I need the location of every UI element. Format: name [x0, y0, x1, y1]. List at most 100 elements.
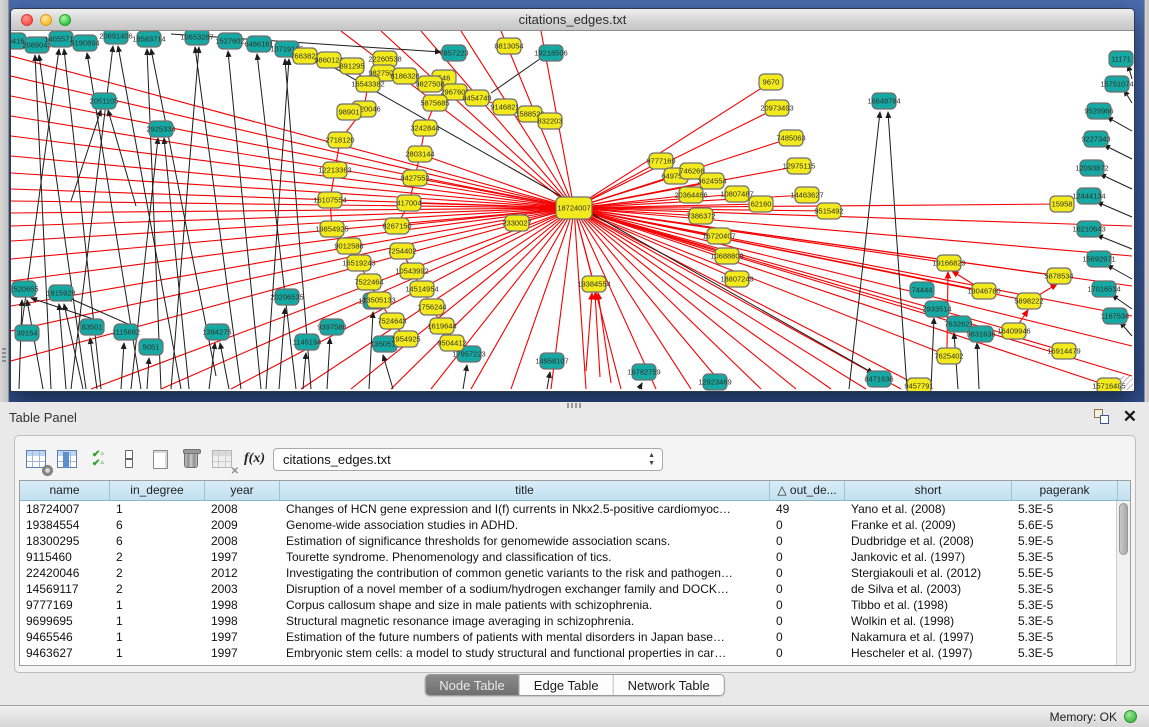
table-cell: Jankovic et al. (1997) [845, 549, 1012, 565]
svg-text:12923469: 12923469 [698, 378, 731, 387]
table-cell: Structural magnetic resonance image aver… [280, 613, 770, 629]
table-cell: 1998 [205, 597, 280, 613]
delete-x-icon: ✕ [231, 466, 239, 477]
table-cell: 1997 [205, 549, 280, 565]
table-cell: 6 [110, 517, 205, 533]
table-row[interactable]: 946362711997Embryonic stem cells: a mode… [20, 645, 1130, 661]
table-cell: 18300295 [20, 533, 110, 549]
table-row[interactable]: 1830029562008Estimation of significance … [20, 533, 1130, 549]
table-cell: 2008 [205, 533, 280, 549]
column-header-short[interactable]: short [845, 481, 1012, 500]
table-row[interactable]: 969969511998Structural magnetic resonanc… [20, 613, 1130, 629]
svg-text:9012586: 9012586 [334, 242, 363, 251]
table-row[interactable]: 2242004622012Investigating the contribut… [20, 565, 1130, 581]
network-window-title: citations_edges.txt [11, 12, 1134, 27]
memory-ok-icon[interactable] [1124, 710, 1137, 723]
column-header-year[interactable]: year [205, 481, 280, 500]
float-panel-icon[interactable] [1094, 409, 1109, 424]
svg-text:9529966: 9529966 [1084, 107, 1113, 116]
row-height-button[interactable] [116, 446, 142, 472]
network-view-window[interactable]: citations_edges.txt 16416208904314055717… [10, 8, 1135, 392]
svg-text:9777169: 9777169 [646, 157, 675, 166]
network-canvas[interactable]: 1641620890431405571751908942069140618583… [11, 31, 1134, 391]
window-resize-grip[interactable] [1119, 376, 1133, 390]
table-row[interactable]: 1938455462009Genome-wide association stu… [20, 517, 1130, 533]
left-panel-divider[interactable] [0, 0, 9, 402]
table-cell: 5.3E-5 [1012, 501, 1118, 517]
show-columns-button[interactable] [54, 446, 80, 472]
table-cell: 1 [110, 629, 205, 645]
left-divider-grip-icon[interactable] [2, 348, 6, 362]
scrollbar-thumb[interactable] [1119, 503, 1128, 555]
svg-text:19854925: 19854925 [315, 225, 348, 234]
table-cell: 5.3E-5 [1012, 613, 1118, 629]
svg-text:7524643: 7524643 [377, 317, 406, 326]
delete-column-button[interactable] [178, 446, 204, 472]
svg-text:832203: 832203 [537, 117, 562, 126]
svg-text:16543382: 16543382 [351, 80, 384, 89]
svg-text:12093872: 12093872 [1075, 164, 1108, 173]
network-window-titlebar[interactable]: citations_edges.txt [11, 9, 1134, 31]
svg-text:1145194: 1145194 [293, 338, 322, 347]
svg-text:1394275: 1394275 [202, 328, 231, 337]
table-cell: 5.6E-5 [1012, 517, 1118, 533]
svg-text:9670: 9670 [763, 78, 780, 87]
table-cell: 9699695 [20, 613, 110, 629]
svg-text:20973493: 20973493 [760, 104, 793, 113]
column-header-title[interactable]: title [280, 481, 770, 500]
table-cell: 9115460 [20, 549, 110, 565]
table-select-dropdown[interactable]: citations_edges.txt ▲▼ [273, 448, 663, 471]
svg-text:1954925: 1954925 [391, 335, 420, 344]
table-cell: 5.3E-5 [1012, 645, 1118, 661]
right-panel-divider[interactable] [1144, 0, 1149, 402]
function-builder-button[interactable]: f(x) [244, 451, 265, 467]
column-header-out_de[interactable]: △ out_de... [770, 481, 845, 500]
table-row[interactable]: 911546021997Tourette syndrome. Phenomeno… [20, 549, 1130, 565]
table-cell: Nakamura et al. (1997) [845, 629, 1012, 645]
svg-text:18807249: 18807249 [720, 275, 753, 284]
table-cell: 5.5E-5 [1012, 565, 1118, 581]
table-cell: 1 [110, 501, 205, 517]
svg-text:16782759: 16782759 [627, 368, 660, 377]
table-cell: Dudbridge et al. (2008) [845, 533, 1012, 549]
table-row[interactable]: 1872400712008Changes of HCN gene express… [20, 501, 1130, 517]
tab-edge-table[interactable]: Edge Table [520, 675, 614, 695]
column-header-in_degree[interactable]: in_degree [110, 481, 205, 500]
svg-text:10543992: 10543992 [395, 267, 428, 276]
close-panel-icon[interactable]: ✕ [1123, 409, 1137, 424]
tab-network-table[interactable]: Network Table [614, 675, 724, 695]
svg-text:891295: 891295 [339, 62, 364, 71]
table-cell: Investigating the contribution of common… [280, 565, 770, 581]
svg-text:17016534: 17016534 [1087, 285, 1120, 294]
table-row[interactable]: 946554611997Estimation of the future num… [20, 629, 1130, 645]
svg-text:1167534: 1167534 [1101, 312, 1130, 321]
svg-text:2520655: 2520655 [11, 285, 39, 294]
table-panel-titlebar[interactable]: Table Panel ✕ [0, 406, 1149, 430]
svg-text:8454749: 8454749 [462, 94, 491, 103]
svg-text:19166829: 19166829 [932, 259, 965, 268]
svg-text:8427552: 8427552 [400, 174, 429, 183]
table-cell: 0 [770, 565, 845, 581]
svg-text:14958107: 14958107 [535, 357, 568, 366]
table-cell: 6 [110, 533, 205, 549]
delete-table-button[interactable]: ✕ [209, 446, 235, 472]
svg-text:16720407: 16720407 [702, 232, 735, 241]
table-row[interactable]: 1456911722003Disruption of a novel membe… [20, 581, 1130, 597]
svg-text:10807487: 10807487 [720, 190, 753, 199]
new-column-button[interactable] [147, 446, 173, 472]
table-cell: 19384554 [20, 517, 110, 533]
tab-node-table[interactable]: Node Table [425, 675, 520, 695]
svg-text:16648784: 16648784 [867, 97, 900, 106]
table-select-value: citations_edges.txt [283, 452, 391, 467]
select-columns-button[interactable]: ✔▫✔▫ [85, 446, 111, 472]
column-header-name[interactable]: name [20, 481, 110, 500]
table-cell: 0 [770, 517, 845, 533]
table-settings-button[interactable] [23, 446, 49, 472]
node-table[interactable]: namein_degreeyeartitle△ out_de...shortpa… [19, 480, 1131, 666]
svg-text:5051: 5051 [143, 343, 160, 352]
table-row[interactable]: 977716911998Corpus callosum shape and si… [20, 597, 1130, 613]
svg-text:62160: 62160 [751, 200, 772, 209]
column-header-pagerank[interactable]: pagerank [1012, 481, 1118, 500]
svg-text:746266: 746266 [679, 167, 704, 176]
table-vertical-scrollbar[interactable] [1116, 501, 1130, 665]
